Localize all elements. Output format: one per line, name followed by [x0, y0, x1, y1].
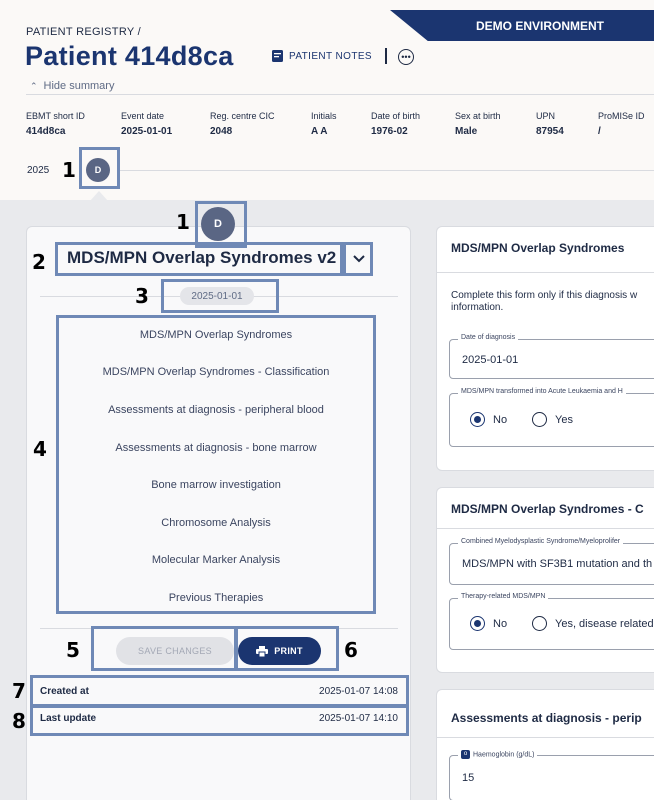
transformed-field: MDS/MPN transformed into Acute Leukaemia…	[449, 388, 654, 447]
summary-value: Male	[455, 126, 478, 137]
summary-field-centre-cic: Reg. centre CIC 2048	[210, 111, 275, 137]
annotation-number: 2	[32, 250, 46, 274]
annotation-box	[30, 675, 409, 707]
card-title: MDS/MPN Overlap Syndromes - C	[451, 502, 644, 516]
annotation-number: 8	[12, 709, 26, 733]
hide-summary-label: Hide summary	[43, 80, 115, 92]
haemoglobin-field[interactable]: o Haemoglobin (g/dL) 15	[449, 750, 654, 800]
summary-value: 2025-01-01	[121, 126, 173, 137]
peripheral-blood-card: Assessments at diagnosis - perip o Haemog…	[436, 689, 654, 800]
field-legend: Date of diagnosis	[458, 334, 519, 341]
radio-label: No	[493, 413, 508, 426]
environment-banner-label: DEMO ENVIRONMENT	[475, 18, 604, 33]
classification-card: MDS/MPN Overlap Syndromes - C Combined M…	[436, 487, 654, 673]
summary-field-dob: Date of birth 1976-02	[371, 111, 420, 137]
field-value: 2025-01-01	[462, 354, 519, 366]
radio-empty-icon	[532, 616, 547, 631]
chevron-up-icon: ⌃	[30, 80, 38, 91]
annotation-number: 3	[135, 284, 149, 308]
card-description-line: Complete this form only if this diagnosi…	[451, 290, 638, 301]
breadcrumb[interactable]: PATIENT REGISTRY /	[26, 26, 141, 38]
field-legend: o Haemoglobin (g/dL)	[458, 750, 538, 759]
annotation-box	[91, 626, 238, 671]
summary-field-ebmt-id: EBMT short ID 414d8ca	[26, 111, 85, 137]
summary-value: 414d8ca	[26, 126, 66, 137]
header-divider	[26, 94, 654, 95]
patient-notes-button[interactable]: PATIENT NOTES	[272, 50, 372, 62]
annotation-box	[56, 315, 376, 614]
summary-field-promise-id: ProMISe ID /	[598, 111, 645, 137]
annotation-box	[195, 201, 247, 248]
field-legend: MDS/MPN transformed into Acute Leukaemia…	[458, 388, 626, 395]
summary-label: Event date	[121, 111, 165, 121]
annotation-number: 1	[176, 210, 190, 234]
annotation-box	[161, 279, 279, 313]
notes-icon	[272, 50, 283, 62]
card-title: MDS/MPN Overlap Syndromes	[451, 241, 625, 255]
radio-label: Yes, disease related	[555, 617, 654, 630]
more-options-icon[interactable]: •••	[398, 49, 414, 65]
field-legend: Therapy-related MDS/MPN	[458, 593, 549, 600]
summary-value: 2048	[210, 126, 233, 137]
card-divider	[437, 737, 654, 738]
hide-summary-toggle[interactable]: ⌃ Hide summary	[30, 80, 114, 92]
summary-label: ProMISe ID	[598, 111, 645, 121]
radio-selected-icon	[470, 616, 485, 631]
radio-label: No	[493, 617, 508, 630]
summary-value: /	[598, 126, 601, 137]
radio-selected-icon	[470, 412, 485, 427]
combined-mds-mpn-field[interactable]: Combined Myelodysplastic Syndrome/Myelop…	[449, 538, 654, 585]
summary-label: Sex at birth	[455, 111, 501, 121]
timeline-year: 2025	[27, 165, 50, 176]
field-legend-text: Haemoglobin (g/dL)	[473, 751, 535, 759]
card-title: Assessments at diagnosis - perip	[451, 711, 642, 725]
therapy-related-field: Therapy-related MDS/MPN No Yes, disease …	[449, 593, 654, 650]
summary-value: 1976-02	[371, 126, 408, 137]
annotation-number: 6	[344, 638, 358, 662]
radio-yes[interactable]: Yes	[532, 412, 573, 427]
radio-empty-icon	[532, 412, 547, 427]
radio-yes-disease-related[interactable]: Yes, disease related	[532, 616, 654, 631]
field-legend: Combined Myelodysplastic Syndrome/Myelop…	[458, 538, 624, 545]
summary-label: Reg. centre CIC	[210, 111, 275, 121]
annotation-box	[343, 242, 373, 276]
card-divider	[437, 272, 654, 273]
annotation-box	[30, 705, 409, 736]
timeline-track	[120, 170, 654, 171]
card-description-line: information.	[451, 302, 504, 313]
field-value: MDS/MPN with SF3B1 mutation and th	[462, 558, 653, 570]
annotation-box	[79, 147, 120, 189]
summary-value: A A	[311, 126, 328, 137]
field-value: 15	[462, 772, 475, 784]
summary-field-upn: UPN 87954	[536, 111, 564, 137]
summary-label: UPN	[536, 111, 556, 121]
annotation-number: 7	[12, 679, 26, 703]
summary-value: 87954	[536, 126, 564, 137]
summary-label: EBMT short ID	[26, 111, 85, 121]
radio-no[interactable]: No	[470, 412, 507, 427]
toolbar-divider	[385, 48, 387, 64]
radio-label: Yes	[555, 413, 573, 426]
patient-notes-label: PATIENT NOTES	[289, 50, 372, 62]
card-divider	[437, 528, 654, 529]
page-title: Patient 414d8ca	[25, 41, 234, 71]
annotation-number: 5	[66, 638, 80, 662]
summary-label: Date of birth	[371, 111, 421, 121]
summary-label: Initials	[311, 111, 337, 121]
summary-field-sex: Sex at birth Male	[455, 111, 501, 137]
patient-summary: EBMT short ID 414d8ca Event date 2025-01-0…	[0, 111, 654, 141]
info-badge-icon: o	[461, 750, 470, 759]
annotation-number: 1	[62, 158, 76, 182]
annotation-box	[234, 626, 339, 671]
summary-field-event-date: Event date 2025-01-01	[121, 111, 172, 137]
timeline-pointer	[90, 191, 108, 201]
environment-banner: DEMO ENVIRONMENT	[390, 10, 654, 41]
date-of-diagnosis-field[interactable]: Date of diagnosis 2025-01-01	[449, 334, 654, 379]
overview-card: MDS/MPN Overlap Syndromes Complete this …	[436, 226, 654, 471]
card-description: Complete this form only if this diagnosi…	[451, 290, 654, 314]
annotation-box	[55, 242, 343, 276]
radio-no[interactable]: No	[470, 616, 507, 631]
annotation-number: 4	[33, 437, 47, 461]
summary-field-initials: Initials A A	[311, 111, 337, 137]
